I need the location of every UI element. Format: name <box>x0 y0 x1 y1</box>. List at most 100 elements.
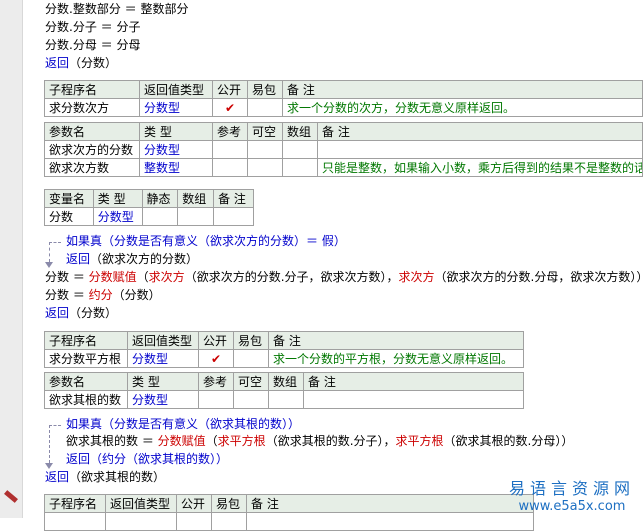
param-name[interactable]: 欲求次方的分数 <box>44 140 140 159</box>
flow-line <box>49 425 50 463</box>
code-line[interactable]: 分数.整数部分 ＝ 整数部分 <box>45 1 188 18</box>
param-name[interactable]: 欲求其根的数 <box>44 390 128 409</box>
return-keyword: 返回 <box>66 452 91 466</box>
code-line[interactable]: 如果真（分数是否有意义（欲求次方的分数）＝ 假） <box>66 233 346 250</box>
editor-gutter <box>0 0 23 518</box>
code-line[interactable]: 欲求其根的数 ＝ 分数赋值（求平方根（欲求其根的数.分子），求平方根（欲求其根的… <box>66 433 573 450</box>
if-condition: （分数是否有意义（欲求其根的数）） <box>102 417 301 431</box>
code-line[interactable]: 分数.分子 ＝ 分子 <box>45 19 140 36</box>
assign-lhs: 分数 ＝ <box>45 288 89 302</box>
param-type[interactable]: 分数型 <box>139 140 213 159</box>
watermark: 易语言资源网 www.e5a5x.com <box>509 475 635 514</box>
assign-lhs: 欲求其根的数 ＝ <box>66 434 158 448</box>
param-array[interactable] <box>268 390 304 409</box>
assign-lhs: 分数 ＝ <box>45 270 89 284</box>
return-type[interactable]: 分数型 <box>139 98 213 117</box>
public-check-icon[interactable]: ✔ <box>212 98 248 117</box>
header-cell: 返回值类型 <box>105 494 177 513</box>
header-cell: 类 型 <box>92 189 143 208</box>
header-cell: 静态 <box>141 189 179 208</box>
table-cell[interactable] <box>105 512 177 531</box>
return-arg: （欲求其根的数） <box>69 470 166 484</box>
flow-line <box>49 425 61 426</box>
if-keyword: 如果真 <box>66 417 103 431</box>
param-type[interactable]: 整数型 <box>139 158 213 177</box>
header-cell: 备 注 <box>213 189 254 208</box>
variable-type[interactable]: 分数型 <box>92 207 143 226</box>
subroutine-name[interactable]: 求分数平方根 <box>44 349 128 368</box>
variable-static[interactable] <box>141 207 179 226</box>
param-type[interactable]: 分数型 <box>127 390 199 409</box>
header-cell: 备 注 <box>282 80 643 99</box>
public-check-icon[interactable]: ✔ <box>198 349 234 368</box>
table-cell[interactable] <box>44 512 106 531</box>
subroutine-table: 子程序名 返回值类型 公开 易包 备 注 求分数次方 分数型 ✔ 求一个分数的次… <box>44 80 643 117</box>
header-cell: 数组 <box>268 372 304 391</box>
header-cell: 子程序名 <box>44 331 128 350</box>
header-cell: 易包 <box>247 80 283 99</box>
table-cell[interactable] <box>176 512 212 531</box>
header-cell: 备 注 <box>303 372 524 391</box>
code-line[interactable]: 返回（欲求次方的分数） <box>66 251 198 268</box>
code-text: （ <box>136 270 149 284</box>
variable-table: 变量名 类 型 静态 数组 备 注 分数 分数型 <box>44 189 254 226</box>
code-line[interactable]: 分数 ＝ 分数赋值（求次方（欲求次方的分数.分子，欲求次方数），求次方（欲求次方… <box>45 269 643 286</box>
header-cell: 易包 <box>233 331 269 350</box>
header-cell: 易包 <box>211 494 247 513</box>
table-cell[interactable] <box>211 512 247 531</box>
code-line[interactable]: 返回（欲求其根的数） <box>45 469 165 486</box>
if-keyword: 如果真 <box>66 234 103 248</box>
pack-cell[interactable] <box>233 349 269 368</box>
note-cell[interactable]: 求一个分数的次方，分数无意义原样返回。 <box>282 98 643 117</box>
param-note[interactable] <box>317 140 643 159</box>
code-line[interactable]: 如果真（分数是否有意义（欲求其根的数）） <box>66 416 300 433</box>
variable-array[interactable] <box>177 207 215 226</box>
header-cell: 参考 <box>198 372 234 391</box>
param-ref[interactable] <box>198 390 234 409</box>
header-cell: 返回值类型 <box>139 80 213 99</box>
pack-cell[interactable] <box>247 98 283 117</box>
return-arg: （欲求次方的分数） <box>90 252 199 266</box>
header-cell: 参考 <box>212 122 248 141</box>
return-keyword: 返回 <box>45 306 70 320</box>
code-line[interactable]: 返回（分数） <box>45 55 117 72</box>
return-keyword: 返回 <box>66 252 91 266</box>
function-name: 求平方根 <box>395 434 444 448</box>
note-cell[interactable]: 求一个分数的平方根，分数无意义原样返回。 <box>268 349 524 368</box>
variable-note[interactable] <box>213 207 254 226</box>
function-name: 分数赋值 <box>157 434 206 448</box>
header-cell: 公开 <box>212 80 248 99</box>
param-name[interactable]: 欲求次方数 <box>44 158 140 177</box>
param-table: 参数名 类 型 参考 可空 数组 备 注 欲求次方的分数 分数型 欲求次方数 整… <box>44 122 643 177</box>
param-nullable[interactable] <box>233 390 269 409</box>
return-arg: （分数） <box>69 306 118 320</box>
variable-name[interactable]: 分数 <box>44 207 94 226</box>
function-name: 求次方 <box>148 270 185 284</box>
param-array[interactable] <box>282 140 318 159</box>
param-ref[interactable] <box>212 158 248 177</box>
param-nullable[interactable] <box>247 158 283 177</box>
param-ref[interactable] <box>212 140 248 159</box>
function-name: 分数赋值 <box>88 270 137 284</box>
code-line[interactable]: 分数 ＝ 约分（分数） <box>45 287 161 304</box>
header-cell: 参数名 <box>44 372 128 391</box>
code-line[interactable]: 分数.分母 ＝ 分母 <box>45 37 140 54</box>
header-cell: 备 注 <box>317 122 643 141</box>
watermark-title: 易语言资源网 <box>508 479 635 498</box>
param-array[interactable] <box>282 158 318 177</box>
subroutine-name[interactable]: 求分数次方 <box>44 98 140 117</box>
code-line[interactable]: 返回（约分（欲求其根的数）） <box>66 451 228 468</box>
code-text: （欲求次方的分数.分子，欲求次方数）， <box>184 270 399 284</box>
param-note[interactable] <box>303 390 524 409</box>
param-note[interactable]: 只能是整数，如果输入小数，乘方后得到的结果不是整数的话 <box>317 158 643 177</box>
header-cell: 可空 <box>233 372 269 391</box>
table-cell[interactable] <box>246 512 534 531</box>
header-cell: 参数名 <box>44 122 140 141</box>
param-table: 参数名 类 型 参考 可空 数组 备 注 欲求其根的数 分数型 <box>44 372 524 409</box>
code-line[interactable]: 返回（分数） <box>45 305 117 322</box>
code-text: （分数） <box>112 288 161 302</box>
header-cell: 子程序名 <box>44 80 140 99</box>
return-type[interactable]: 分数型 <box>127 349 199 368</box>
function-name: 约分 <box>88 288 113 302</box>
param-nullable[interactable] <box>247 140 283 159</box>
